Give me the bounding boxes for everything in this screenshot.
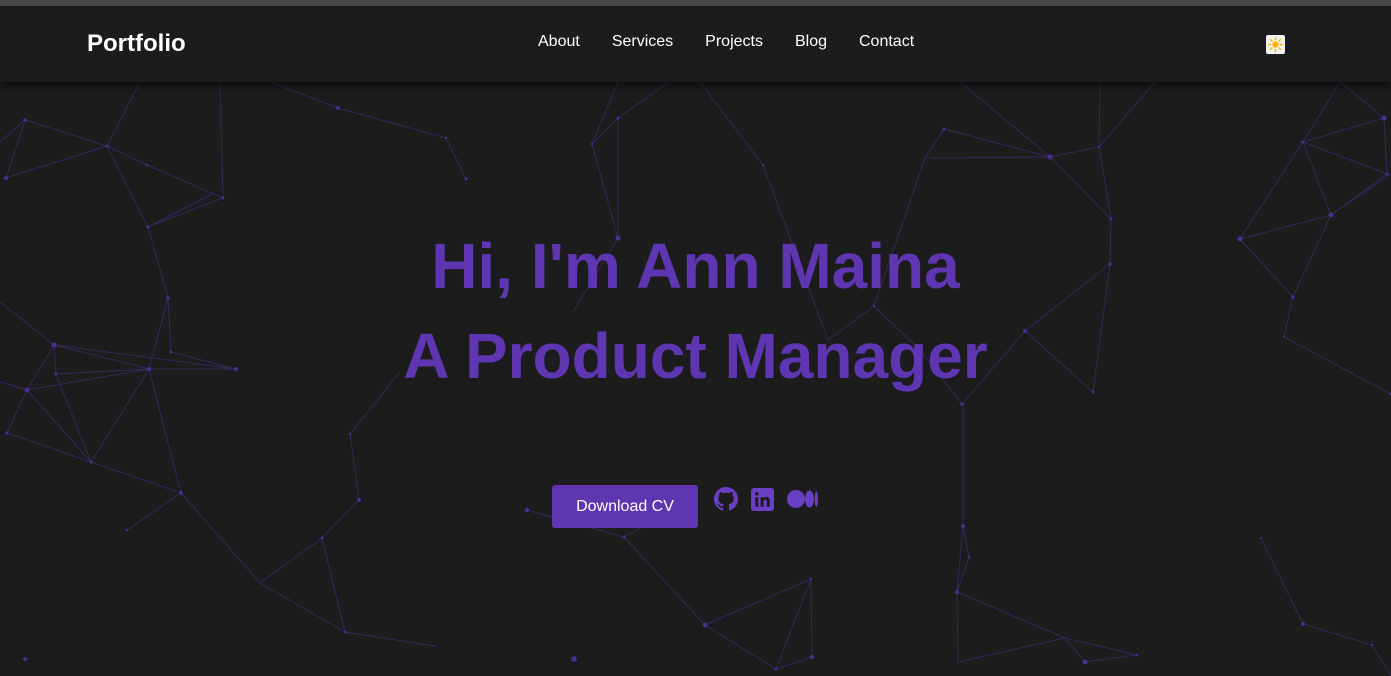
medium-link[interactable] bbox=[787, 489, 818, 514]
navbar: Portfolio About Services Projects Blog C… bbox=[0, 6, 1391, 82]
nav-link-blog[interactable]: Blog bbox=[779, 33, 843, 51]
github-icon bbox=[714, 487, 738, 511]
github-link[interactable] bbox=[714, 487, 738, 516]
nav-link-projects[interactable]: Projects bbox=[689, 33, 779, 51]
nav-links: About Services Projects Blog Contact bbox=[522, 33, 930, 51]
nav-link-contact[interactable]: Contact bbox=[843, 33, 930, 51]
medium-icon bbox=[787, 490, 818, 508]
linkedin-link[interactable] bbox=[751, 487, 774, 516]
hero-actions: Download CV bbox=[552, 485, 818, 528]
theme-toggle-button[interactable] bbox=[1266, 35, 1285, 54]
hero-section: Hi, I'm Ann Maina A Product Manager Down… bbox=[0, 82, 1391, 676]
social-links bbox=[714, 487, 818, 516]
sun-icon bbox=[1268, 37, 1283, 52]
hero-greeting: Hi, I'm Ann Maina bbox=[431, 230, 960, 302]
download-cv-button[interactable]: Download CV bbox=[552, 485, 698, 528]
nav-link-about[interactable]: About bbox=[522, 33, 596, 51]
linkedin-icon bbox=[751, 487, 774, 511]
brand-logo[interactable]: Portfolio bbox=[87, 30, 186, 58]
hero-role: A Product Manager bbox=[403, 320, 988, 392]
nav-link-services[interactable]: Services bbox=[596, 33, 689, 51]
